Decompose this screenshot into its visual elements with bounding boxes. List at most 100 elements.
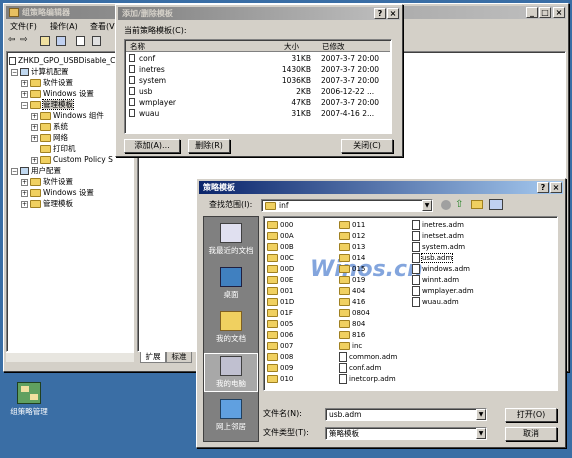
folder-item[interactable]: 00B bbox=[267, 242, 294, 253]
tree-custom-policy[interactable]: + Custom Policy S bbox=[31, 154, 113, 165]
template-row[interactable]: wuau 31KB 2007-4-16 2... bbox=[125, 108, 391, 119]
menu-file[interactable]: 文件(F) bbox=[10, 21, 37, 32]
remove-template-button[interactable]: 删除(R) bbox=[188, 139, 230, 153]
adm-file-item[interactable]: system.adm bbox=[412, 242, 465, 253]
templates-close-button[interactable]: × bbox=[550, 182, 562, 193]
folder-item[interactable]: 00E bbox=[267, 275, 293, 286]
folder-item[interactable]: 000 bbox=[267, 220, 293, 231]
tree-network[interactable]: + 网络 bbox=[31, 132, 68, 143]
folder-item[interactable]: 009 bbox=[267, 363, 293, 374]
desktop-icon-gpmc[interactable]: 组策略管理 bbox=[4, 382, 54, 417]
tree-user-software-settings[interactable]: + 软件设置 bbox=[21, 176, 73, 187]
templates-list[interactable]: 名称 大小 已修改 conf 31KB 2007-3-7 20:00 inetres… bbox=[124, 39, 392, 134]
add-remove-help-button[interactable]: ? bbox=[374, 8, 386, 19]
folder-item[interactable]: 008 bbox=[267, 352, 293, 363]
properties-icon[interactable] bbox=[92, 36, 101, 46]
tree-windows-components[interactable]: + Windows 组件 bbox=[31, 110, 104, 121]
folder-item[interactable]: 816 bbox=[339, 330, 365, 341]
folder-item[interactable]: 404 bbox=[339, 286, 365, 297]
tree-user-windows-settings[interactable]: + Windows 设置 bbox=[21, 187, 94, 198]
template-row[interactable]: conf 31KB 2007-3-7 20:00 bbox=[125, 53, 391, 64]
adm-file-item[interactable]: wuau.adm bbox=[412, 297, 459, 308]
col-name[interactable]: 名称 bbox=[130, 41, 145, 52]
export-icon[interactable] bbox=[76, 36, 85, 46]
open-button[interactable]: 打开(O) bbox=[505, 408, 557, 422]
close-button[interactable]: × bbox=[553, 7, 565, 18]
template-row[interactable]: inetres 1430KB 2007-3-7 20:00 bbox=[125, 64, 391, 75]
folder-item[interactable]: 416 bbox=[339, 297, 365, 308]
cancel-button[interactable]: 取消 bbox=[505, 427, 557, 441]
folder-item[interactable]: 00C bbox=[267, 253, 294, 264]
folder-item[interactable]: 006 bbox=[267, 330, 293, 341]
templates-titlebar[interactable]: 策略模板 ? × bbox=[199, 181, 563, 194]
menu-view[interactable]: 查看(V) bbox=[90, 21, 118, 32]
folder-item[interactable]: 019 bbox=[339, 275, 365, 286]
folder-item[interactable]: 01F bbox=[267, 308, 293, 319]
folder-item[interactable]: 01D bbox=[267, 297, 294, 308]
file-list[interactable]: Winos.cn 000 00A 00B 00C 00D 00E 001 01D… bbox=[263, 216, 558, 391]
adm-file-item[interactable]: inetcorp.adm bbox=[339, 374, 396, 385]
folder-item[interactable]: 012 bbox=[339, 231, 365, 242]
folder-item[interactable]: 011 bbox=[339, 220, 365, 231]
tree-system[interactable]: + 系统 bbox=[31, 121, 68, 132]
folder-item[interactable]: 013 bbox=[339, 242, 365, 253]
folder-item[interactable]: 014 bbox=[339, 253, 365, 264]
up-folder-icon[interactable]: ⇧ bbox=[455, 199, 463, 210]
menu-action[interactable]: 操作(A) bbox=[50, 21, 78, 32]
filetype-dropdown-icon[interactable]: ▼ bbox=[476, 428, 486, 439]
add-template-button[interactable]: 添加(A)... bbox=[124, 139, 180, 153]
add-remove-titlebar[interactable]: 添加/删除模板 ? × bbox=[118, 7, 400, 20]
folder-item[interactable]: 015 bbox=[339, 264, 365, 275]
adm-file-item[interactable]: inetres.adm bbox=[412, 220, 464, 231]
template-row[interactable]: system 1036KB 2007-3-7 20:00 bbox=[125, 75, 391, 86]
tab-extended[interactable]: 扩展 bbox=[140, 352, 166, 363]
template-row[interactable]: usb 2KB 2006-12-22 ... bbox=[125, 86, 391, 97]
folder-item[interactable]: 0804 bbox=[339, 308, 370, 319]
add-remove-close-button[interactable]: × bbox=[387, 8, 399, 19]
filename-dropdown-icon[interactable]: ▼ bbox=[476, 409, 486, 420]
folder-item[interactable]: inc bbox=[339, 341, 362, 352]
tree-user-config[interactable]: − 用户配置 bbox=[11, 165, 61, 176]
tree-software-settings[interactable]: + 软件设置 bbox=[21, 77, 73, 88]
minimize-button[interactable]: _ bbox=[526, 7, 538, 18]
folder-item[interactable]: 804 bbox=[339, 319, 365, 330]
folder-item[interactable]: 005 bbox=[267, 319, 293, 330]
back-nav-icon[interactable] bbox=[441, 200, 451, 210]
adm-file-item[interactable]: conf.adm bbox=[339, 363, 381, 374]
folder-item[interactable]: 00D bbox=[267, 264, 294, 275]
back-icon[interactable]: ⇦ bbox=[8, 35, 16, 45]
col-size[interactable]: 大小 bbox=[284, 41, 299, 52]
tree-root[interactable]: ZHKD_GPO_USBDisable_Comp bbox=[9, 55, 132, 66]
tree-windows-settings[interactable]: + Windows 设置 bbox=[21, 88, 94, 99]
folder-item[interactable]: 007 bbox=[267, 341, 293, 352]
place-my-computer[interactable]: 我的电脑 bbox=[204, 353, 258, 392]
adm-file-item[interactable]: winnt.adm bbox=[412, 275, 459, 286]
tree-printers[interactable]: 打印机 bbox=[40, 143, 76, 154]
template-row[interactable]: wmplayer 47KB 2007-3-7 20:00 bbox=[125, 97, 391, 108]
filename-input[interactable]: usb.adm ▼ bbox=[325, 408, 487, 421]
folder-item[interactable]: 001 bbox=[267, 286, 293, 297]
adm-file-item[interactable]: inetset.adm bbox=[412, 231, 464, 242]
tree-hscrollbar[interactable] bbox=[6, 352, 134, 362]
place-recent[interactable]: 我最近的文档 bbox=[204, 223, 258, 256]
place-network[interactable]: 网上邻居 bbox=[204, 399, 258, 432]
place-my-documents[interactable]: 我的文档 bbox=[204, 311, 258, 344]
lookin-select[interactable]: inf ▼ bbox=[261, 199, 433, 212]
new-folder-icon[interactable] bbox=[471, 200, 483, 209]
show-tree-icon[interactable] bbox=[56, 36, 66, 46]
view-menu-icon[interactable] bbox=[489, 199, 503, 210]
close-dialog-button[interactable]: 关闭(C) bbox=[341, 139, 393, 153]
adm-file-item[interactable]: wmplayer.adm bbox=[412, 286, 474, 297]
place-desktop[interactable]: 桌面 bbox=[204, 267, 258, 300]
maximize-button[interactable]: □ bbox=[539, 7, 551, 18]
col-modified[interactable]: 已修改 bbox=[322, 41, 345, 52]
lookin-dropdown-icon[interactable]: ▼ bbox=[422, 200, 432, 211]
filetype-select[interactable]: 策略模板 ▼ bbox=[325, 427, 487, 440]
folder-item[interactable]: 00A bbox=[267, 231, 294, 242]
adm-file-item[interactable]: windows.adm bbox=[412, 264, 470, 275]
adm-file-item-selected[interactable]: usb.adm bbox=[412, 253, 454, 264]
forward-icon[interactable]: ⇨ bbox=[20, 35, 28, 45]
tree-admin-templates[interactable]: − 管理模板 bbox=[21, 99, 74, 110]
tree-computer-config[interactable]: − 计算机配置 bbox=[11, 66, 69, 77]
adm-file-item[interactable]: common.adm bbox=[339, 352, 397, 363]
